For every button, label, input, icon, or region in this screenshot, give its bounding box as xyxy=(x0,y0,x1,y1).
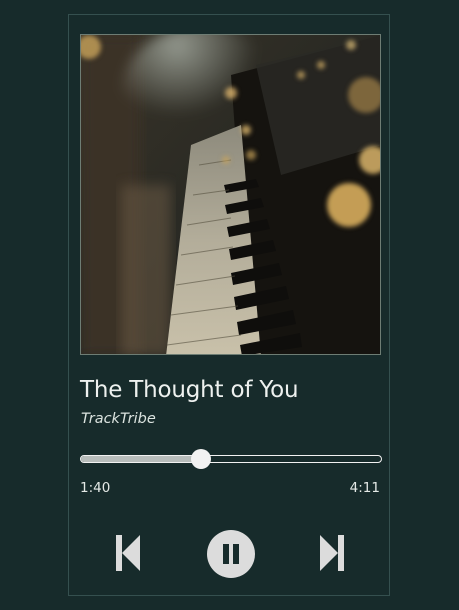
track-artist: TrackTribe xyxy=(81,411,156,427)
progress-fill xyxy=(81,456,201,462)
skip-previous-icon xyxy=(116,535,140,571)
progress-thumb[interactable] xyxy=(191,449,211,469)
next-track-button[interactable] xyxy=(318,533,346,573)
album-artwork xyxy=(80,34,381,355)
pause-icon xyxy=(207,530,255,578)
piano-artwork-image xyxy=(81,35,380,354)
progress-slider[interactable] xyxy=(80,449,382,469)
total-time: 4:11 xyxy=(349,480,380,496)
music-player-card: The Thought of You TrackTribe 1:40 4:11 xyxy=(68,14,390,596)
previous-track-button[interactable] xyxy=(114,533,142,573)
track-title: The Thought of You xyxy=(80,377,299,403)
current-time: 1:40 xyxy=(80,480,111,496)
play-pause-button[interactable] xyxy=(206,529,256,579)
skip-next-icon xyxy=(320,535,344,571)
